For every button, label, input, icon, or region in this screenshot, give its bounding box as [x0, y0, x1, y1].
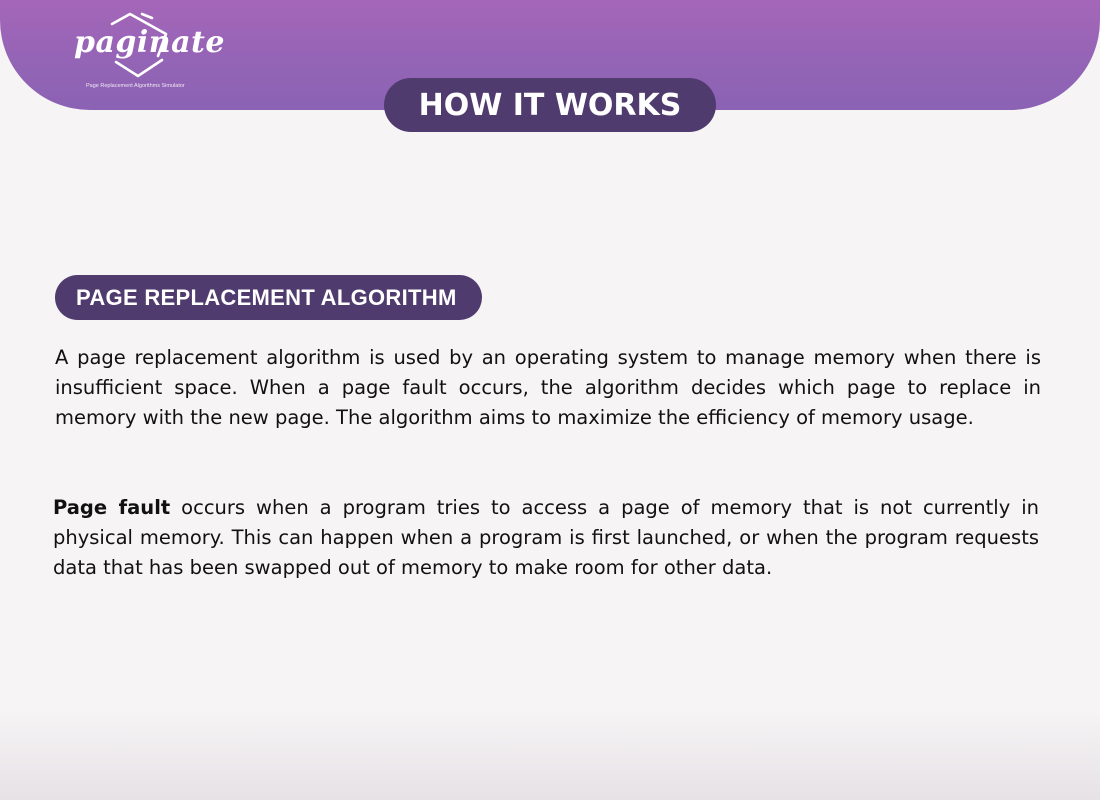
- description-paragraph: A page replacement algorithm is used by …: [55, 346, 1041, 429]
- page-fault-description: occurs when a program tries to access a …: [53, 496, 1039, 579]
- page-fault-term: Page fault: [53, 496, 171, 519]
- logo-wordmark: paginate: [74, 25, 225, 60]
- page-fault-paragraph: Page fault occurs when a program tries t…: [53, 493, 1039, 583]
- section-heading: PAGE REPLACEMENT ALGORITHM: [55, 275, 482, 320]
- bottom-fade: [0, 710, 1100, 800]
- logo-tagline: Page Replacement Algorithms Simulator: [86, 83, 185, 89]
- logo[interactable]: paginate Page Replacement Algorithms Sim…: [70, 12, 224, 94]
- page-title: HOW IT WORKS: [384, 78, 716, 132]
